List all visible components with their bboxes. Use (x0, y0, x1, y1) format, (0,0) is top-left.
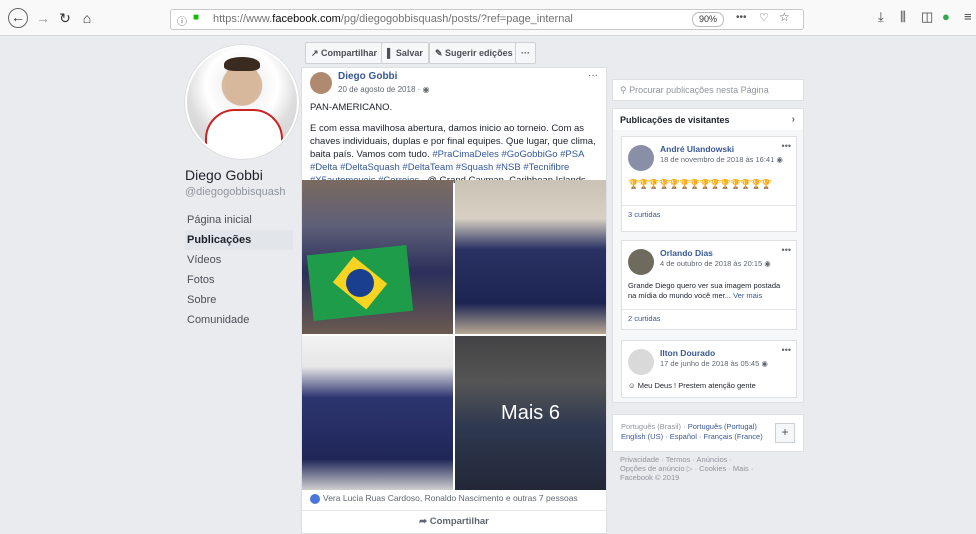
page-nav: Página inicial Publicações Vídeos Fotos … (185, 210, 295, 330)
language-selector: Português (Brasil) · Português (Portugal… (612, 414, 804, 452)
post-heading: PAN-AMERICANO. (310, 102, 393, 113)
emoji-icon: ☺ (628, 381, 636, 390)
visitor-posts-header[interactable]: Publicações de visitantes › (612, 108, 804, 132)
nav-item-about[interactable]: Sobre (185, 290, 295, 310)
downloads-icon[interactable]: ⤓ (878, 9, 884, 25)
visitor-avatar[interactable] (628, 145, 654, 171)
current-language: Português (Brasil) · (621, 422, 688, 431)
brazil-flag-image (306, 244, 414, 322)
post-text: PAN-AMERICANO. E com essa mavilhosa aber… (310, 101, 600, 187)
profile-handle[interactable]: @diegogobbisquash (185, 186, 295, 198)
visitor-post-card: Ilton Dourado 17 de junho de 2018 às 05:… (621, 340, 797, 398)
card-options-button[interactable]: ••• (782, 245, 791, 255)
photo-3[interactable] (302, 336, 453, 490)
bookmark-star-icon[interactable]: ☆ (779, 10, 790, 24)
card-options-button[interactable]: ••• (782, 141, 791, 151)
add-language-button[interactable]: + (775, 423, 795, 443)
suggest-edits-button[interactable]: ✎ Sugerir edições (429, 42, 519, 64)
reload-button[interactable]: ↻ (55, 8, 75, 28)
more-actions-button[interactable]: ··· (515, 42, 536, 64)
photo-2[interactable] (455, 180, 606, 334)
chevron-right-icon[interactable]: › (792, 109, 795, 131)
url-text[interactable]: https://www.facebook.com/pg/diegogobbisq… (213, 13, 573, 25)
trophy-emojis: 🏆🏆🏆🏆🏆🏆🏆🏆🏆🏆🏆🏆🏆🏆 (628, 179, 772, 189)
visitor-name[interactable]: André Ulandowski (660, 144, 734, 154)
more-photos-overlay[interactable]: Mais 6 (455, 336, 606, 490)
globe-icon: ◉ (776, 155, 783, 164)
menu-icon[interactable]: ≡ (964, 9, 972, 24)
reactions-summary[interactable]: Vera Lucia Ruas Cardoso, Ronaldo Nascime… (310, 493, 578, 504)
post-date[interactable]: 20 de agosto de 2018 · ◉ (338, 85, 430, 94)
photo-grid: Mais 6 (302, 180, 606, 490)
url-bar[interactable]: ⓘ ■ https://www.facebook.com/pg/diegogob… (170, 9, 804, 30)
globe-icon: ◉ (761, 359, 768, 368)
see-more-link[interactable]: Ver mais (733, 291, 762, 300)
language-option[interactable]: English (US) · Español · Français (Franc… (621, 432, 763, 441)
visitor-text: Grande Diego quero ver sua imagem postad… (628, 281, 781, 300)
visitor-post-card: Orlando Dias 4 de outubro de 2018 às 20:… (621, 240, 797, 330)
post-share-button[interactable]: ➦ Compartilhar (302, 510, 606, 533)
footer-links[interactable]: Privacidade · Termos · Anúncios · (620, 455, 790, 464)
nav-item-posts[interactable]: Publicações (185, 230, 293, 250)
visitor-avatar[interactable] (628, 249, 654, 275)
footer-copyright: Facebook © 2019 (620, 473, 680, 482)
profile-column: Diego Gobbi @diegogobbisquash Página ini… (185, 45, 299, 330)
home-button[interactable]: ⌂ (77, 8, 97, 28)
pocket-icon[interactable]: ♡ (759, 11, 769, 24)
page-footer: Privacidade · Termos · Anúncios · Opções… (620, 455, 790, 482)
page-search-input[interactable]: ⚲ Procurar publicações nesta Página (612, 79, 804, 101)
back-button[interactable]: ← (8, 8, 28, 28)
post-author-avatar[interactable] (310, 72, 332, 94)
post-author[interactable]: Diego Gobbi (338, 71, 397, 82)
visitor-likes[interactable]: 2 curtidas (622, 309, 796, 328)
nav-item-videos[interactable]: Vídeos (185, 250, 295, 270)
visitor-posts-list: André Ulandowski 18 de novembro de 2018 … (612, 130, 804, 403)
footer-links[interactable]: Opções de anúncio ▷ · Cookies · Mais · (620, 464, 790, 473)
visitor-date[interactable]: 4 de outubro de 2018 às 20:15 ◉ (660, 259, 771, 268)
profile-picture[interactable] (185, 45, 299, 159)
library-icon[interactable]: ⫼ (900, 9, 906, 25)
nav-item-community[interactable]: Comunidade (185, 310, 295, 330)
photo-4[interactable]: Mais 6 (455, 336, 606, 490)
extension-check-icon[interactable]: ● (942, 9, 950, 24)
card-options-button[interactable]: ••• (782, 345, 791, 355)
post-options-button[interactable]: ··· (588, 70, 598, 81)
nav-item-photos[interactable]: Fotos (185, 270, 295, 290)
visitor-text: ☺ Meu Deus ! Prestem atenção gente (628, 381, 756, 390)
visitor-name[interactable]: Orlando Dias (660, 248, 713, 258)
post-card: Diego Gobbi 20 de agosto de 2018 · ◉ ···… (301, 67, 607, 534)
visitor-date[interactable]: 18 de novembro de 2018 às 16:41 ◉ (660, 155, 783, 164)
globe-icon: ◉ (422, 85, 430, 94)
lock-icon: ■ (193, 12, 200, 23)
visitor-post-card: André Ulandowski 18 de novembro de 2018 … (621, 136, 797, 232)
zoom-indicator[interactable]: 90% (692, 12, 725, 27)
visitor-avatar[interactable] (628, 349, 654, 375)
visitor-name[interactable]: Ilton Dourado (660, 348, 715, 358)
page-actions-menu[interactable]: ••• (736, 12, 747, 23)
visitor-date[interactable]: 17 de junho de 2018 às 05:45 ◉ (660, 359, 768, 368)
language-option[interactable]: Português (Portugal) (688, 422, 757, 431)
share-page-button[interactable]: ↗ Compartilhar (305, 42, 384, 64)
language-list: Português (Brasil) · Português (Portugal… (621, 422, 771, 442)
share-arrow-icon: ➦ (419, 516, 428, 527)
browser-toolbar: ← → ↻ ⌂ ⓘ ■ https://www.facebook.com/pg/… (0, 0, 976, 36)
globe-icon: ◉ (764, 259, 771, 268)
sidebar-toggle-icon[interactable]: ◫ (921, 9, 933, 25)
photo-1[interactable] (302, 180, 453, 334)
forward-button[interactable]: → (33, 8, 53, 28)
visitor-likes[interactable]: 3 curtidas (622, 205, 796, 224)
nav-item-home[interactable]: Página inicial (185, 210, 295, 230)
info-icon[interactable]: ⓘ (177, 13, 187, 28)
like-icon (310, 493, 320, 504)
search-icon: ⚲ (620, 85, 627, 95)
save-page-button[interactable]: ▌ Salvar (381, 42, 429, 64)
profile-name[interactable]: Diego Gobbi (185, 167, 295, 183)
page-action-bar: ↗ Compartilhar ▌ Salvar ✎ Sugerir ediçõe… (305, 42, 605, 64)
